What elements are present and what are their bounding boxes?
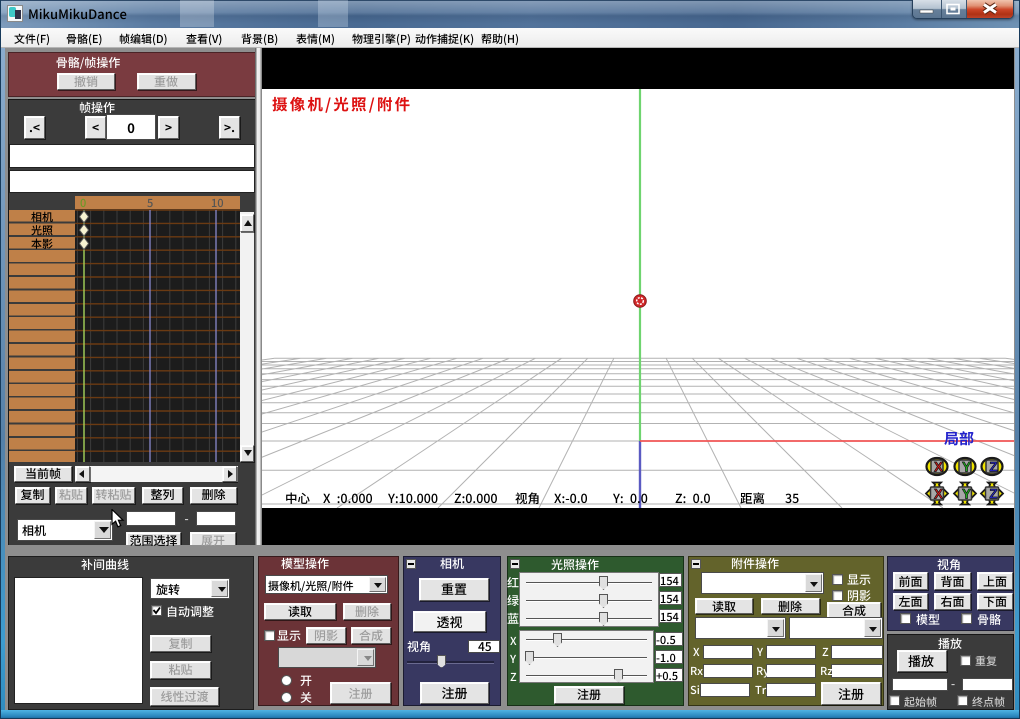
svg-text:Y: Y [962,487,971,502]
svg-text:Z: Z [989,487,997,502]
svg-text:X: X [934,460,943,475]
svg-text:Y: Y [962,460,971,475]
svg-text:Z: Z [989,460,997,475]
svg-text:X: X [934,487,943,502]
